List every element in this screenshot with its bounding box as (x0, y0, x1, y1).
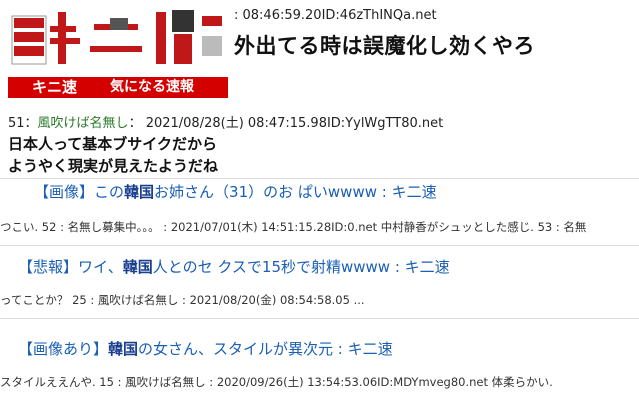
related-link-text: 人とのセ クスで15秒で射精wwww : キ二速 (152, 258, 450, 276)
related-link-tag: 【画像】 (34, 183, 95, 201)
logo-figure-icon (11, 10, 222, 65)
related-link-tag: 【悲報】 (18, 258, 79, 276)
divider (0, 318, 639, 319)
post-meta: : 08:46:59.20ID:46zThINQa.net (234, 8, 437, 23)
site-logo[interactable]: キニ速 気になる速報 (0, 0, 234, 99)
post-timestamp-id: ： 2021/08/28(土) 08:47:15.98ID:YylWgTT80.… (128, 116, 444, 131)
related-link-text: ワイ、 (78, 258, 123, 276)
divider (0, 245, 639, 246)
related-link[interactable]: 【画像あり】韓国の女さん、スタイルが異次元 : キ二速 (18, 338, 393, 359)
related-snippet: ってことか？ 25 : 風吹けば名無し : 2021/08/20(金) 08:5… (0, 293, 365, 307)
related-link-highlight: 韓国 (108, 340, 139, 358)
related-link-text: お姉さん（31）のお ぱいwwww : キ二速 (154, 183, 437, 201)
divider (0, 178, 639, 179)
related-snippet: つこい. 52 : 名無し募集中。。。 : 2021/07/01(木) 14:5… (0, 220, 587, 234)
post-body-large: 外出てる時は誤魔化し効くやろ (234, 30, 535, 60)
post-number: 51： (8, 116, 38, 131)
post-body-text: 外出てる時は誤魔化し効くやろ (234, 34, 535, 58)
post-line: 日本人って基本ブサイクだから (8, 135, 217, 153)
related-link-highlight: 韓国 (122, 258, 153, 276)
post-header: 51：風吹けば名無し： 2021/08/28(土) 08:47:15.98ID:… (8, 112, 443, 131)
related-link[interactable]: 【画像】この韓国お姉さん（31）のお ぱいwwww : キ二速 (34, 181, 437, 202)
related-link[interactable]: 【悲報】ワイ、韓国人とのセ クスで15秒で射精wwww : キ二速 (18, 256, 450, 277)
post-meta-tail: : 08:46:59.20ID:46zThINQa.net (234, 8, 437, 23)
related-link-tag: 【画像あり】 (18, 340, 109, 358)
post-line: ようやく現実が見えたようだね (8, 157, 219, 175)
logo-banner: キニ速 気になる速報 (8, 77, 228, 98)
related-link-text: の女さん、スタイルが異次元 : キ二速 (138, 340, 393, 358)
related-snippet: スタイルええんや. 15 : 風吹けば名無し : 2020/09/26(土) 1… (0, 375, 553, 389)
related-link-highlight: 韓国 (124, 183, 155, 201)
logo-tagline: 気になる速報 (110, 79, 194, 95)
poster-name: 風吹けば名無し (37, 116, 129, 131)
related-link-text: この (94, 183, 125, 201)
logo-site-name: キニ速 (32, 78, 78, 96)
